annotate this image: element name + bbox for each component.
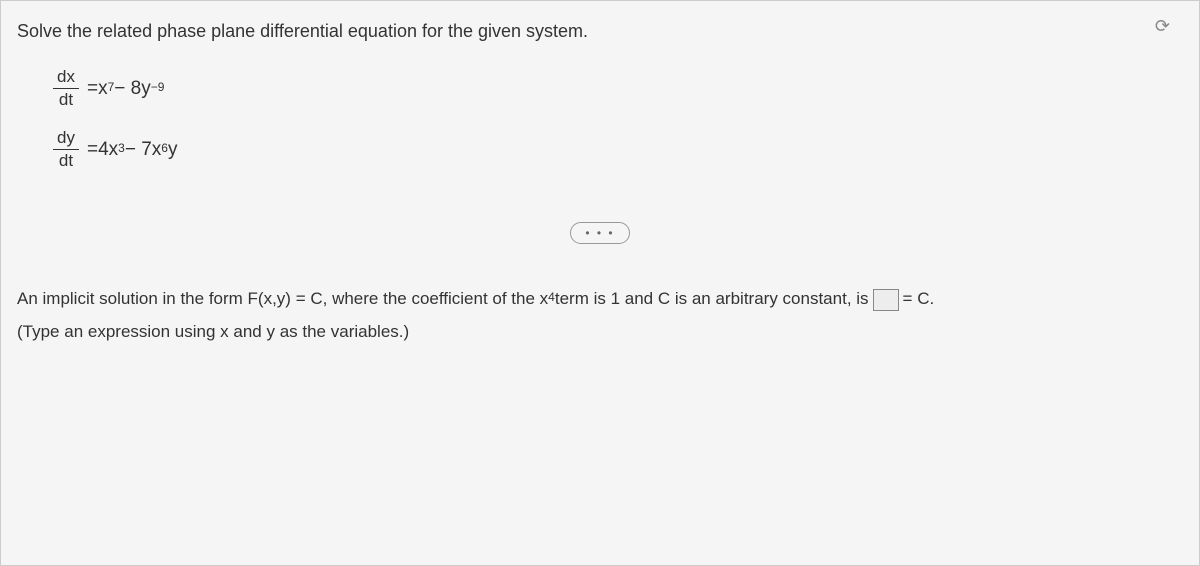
equals-sign: = [87, 139, 98, 161]
equation-2: dy dt = 4x3 − 7x6y [53, 127, 1183, 172]
equals-sign: = [87, 78, 98, 100]
rhs-text: − 7x [125, 139, 161, 161]
separator-row: • • • [17, 222, 1183, 244]
rhs-exp: −9 [151, 80, 165, 94]
rhs-1: x7 − 8y−9 [98, 78, 164, 100]
prompt-text: An implicit solution in the form F(x,y) … [17, 284, 548, 315]
expand-dots-button[interactable]: • • • [570, 222, 629, 244]
rhs-text: y [168, 139, 178, 161]
reset-icon[interactable]: ⟳ [1155, 16, 1170, 37]
rhs-text: − 8y [114, 78, 150, 100]
frac-num: dx [53, 66, 79, 89]
rhs-exp: 3 [118, 141, 125, 155]
fraction-dx-dt: dx dt [53, 66, 79, 111]
fraction-dy-dt: dy dt [53, 127, 79, 172]
equations-block: dx dt = x7 − 8y−9 dy dt = 4x3 − 7x6y [53, 66, 1183, 172]
page-title: Solve the related phase plane differenti… [17, 21, 1183, 42]
rhs-2: 4x3 − 7x6y [98, 139, 177, 161]
rhs-exp: 7 [108, 80, 115, 94]
equation-1: dx dt = x7 − 8y−9 [53, 66, 1183, 111]
answer-prompt: An implicit solution in the form F(x,y) … [17, 284, 1183, 347]
answer-input[interactable] [873, 289, 899, 311]
rhs-text: x [98, 78, 108, 100]
rhs-text: 4x [98, 139, 118, 161]
rhs-exp: 6 [161, 141, 168, 155]
prompt-hint: (Type an expression using x and y as the… [17, 317, 1183, 348]
prompt-line1: An implicit solution in the form F(x,y) … [17, 284, 1183, 315]
frac-den: dt [55, 150, 77, 172]
prompt-exp: 4 [548, 287, 555, 309]
prompt-text: = C. [903, 284, 935, 315]
prompt-text: term is 1 and C is an arbitrary constant… [555, 284, 869, 315]
frac-den: dt [55, 89, 77, 111]
frac-num: dy [53, 127, 79, 150]
